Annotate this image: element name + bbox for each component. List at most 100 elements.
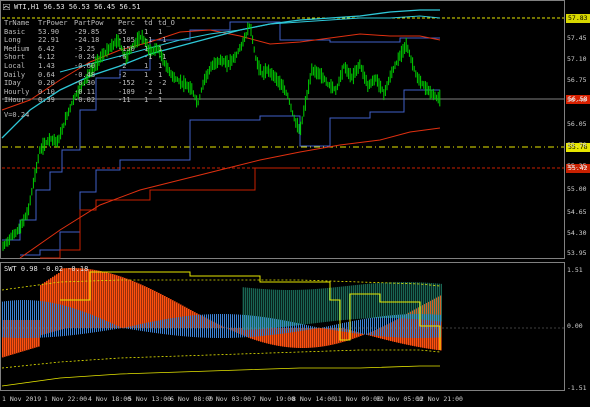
histogram-bar [338, 286, 340, 321]
table-cell: -29.85 [74, 27, 100, 36]
histogram-bar [316, 288, 318, 323]
table-cell: -0.24 [74, 53, 96, 62]
histogram-bar [346, 322, 347, 333]
histogram-bar [140, 324, 141, 331]
table-cell: IHour [4, 96, 26, 105]
table-cell: Basic [4, 27, 26, 36]
table-cell: -3.25 [74, 44, 96, 53]
histogram-bar [130, 280, 132, 328]
histogram-bar [114, 324, 115, 330]
chart-header: WTI,H1 56.53 56.53 56.45 56.51 [14, 3, 140, 11]
histogram-bar [332, 325, 333, 330]
histogram-bar [284, 289, 286, 327]
histogram-bar [268, 289, 270, 329]
histogram-bar [38, 300, 39, 338]
histogram-bar [342, 323, 343, 332]
histogram-bar [430, 283, 432, 321]
histogram-bar [304, 289, 306, 325]
histogram-bar [366, 283, 368, 319]
histogram-bar [334, 328, 336, 345]
histogram-bar [366, 318, 367, 335]
histogram-bar [280, 289, 282, 328]
histogram-bar [438, 283, 440, 322]
histogram-bar [32, 300, 33, 338]
histogram-bar [314, 289, 316, 324]
histogram-bar [186, 316, 187, 337]
histogram-bar [110, 273, 112, 328]
histogram-bar [58, 304, 59, 337]
histogram-bar [48, 302, 49, 338]
histogram-bar [384, 282, 386, 318]
histogram-bar [388, 282, 390, 319]
histogram-bar [356, 284, 358, 319]
histogram-bar [310, 328, 312, 348]
channel-lower-line [20, 89, 440, 256]
histogram-bar [384, 316, 385, 337]
table-cell: 1 [158, 27, 163, 36]
histogram-bar [316, 327, 317, 329]
histogram-bar [138, 324, 139, 331]
histogram-bar [332, 328, 334, 345]
histogram-bar [364, 284, 366, 319]
subwindow-title: SWT 0.98 -0.02 -0.18 [4, 265, 89, 273]
price-axis-tick: 54.65 [567, 208, 587, 216]
histogram-bar [346, 285, 348, 320]
histogram-bar [396, 314, 397, 338]
histogram-bar [184, 316, 185, 337]
histogram-bar [142, 285, 144, 328]
histogram-bar [334, 287, 336, 321]
histogram-bar [142, 323, 143, 332]
histogram-bar [236, 314, 237, 338]
histogram-bar [276, 289, 278, 328]
histogram-bar [128, 279, 130, 328]
table-cell: 55 [118, 27, 127, 36]
histogram-bar [220, 314, 221, 338]
histogram-bar [362, 319, 363, 335]
histogram-bar [310, 289, 312, 324]
histogram-bar [426, 282, 428, 321]
histogram-bar [16, 300, 17, 338]
histogram-bar [326, 328, 328, 346]
histogram-bar [354, 285, 356, 320]
time-axis-tick: 5 Nov 13:00 [128, 395, 172, 403]
table-cell: Local [4, 61, 26, 70]
histogram-bar [174, 317, 175, 336]
price-axis-tick: 54.30 [567, 229, 587, 237]
histogram-bar [406, 282, 408, 319]
histogram-bar [42, 301, 43, 338]
histogram-bar [324, 327, 325, 329]
histogram-bar [356, 320, 357, 334]
histogram-bar [312, 328, 314, 348]
quote-values: 56.53 56.53 56.45 56.51 [43, 3, 141, 11]
histogram-bar [124, 327, 125, 329]
histogram-bar [402, 282, 404, 319]
table-cell: 1 [158, 70, 163, 79]
histogram-bar [148, 288, 150, 328]
histogram-bar [140, 284, 142, 328]
histogram-bar [20, 300, 21, 338]
table-row: IHour 0.39 -0.02 -11 1 1 [4, 96, 178, 105]
histogram-bar [260, 288, 262, 329]
histogram-bar [252, 288, 254, 330]
histogram-bar [296, 289, 298, 326]
histogram-bar [222, 314, 223, 338]
histogram-bar [348, 321, 349, 333]
histogram-bar [116, 275, 118, 328]
histogram-bar [122, 277, 124, 328]
table-cell: -105 [118, 36, 135, 45]
table-cell: 4.12 [38, 53, 55, 62]
histogram-bar [108, 321, 109, 331]
table-cell: -0.02 [74, 96, 96, 105]
histogram-bar [254, 288, 256, 330]
histogram-bar [354, 320, 355, 334]
table-row: Daily 0.64 -0.48 -2 1 1 [4, 71, 178, 80]
histogram-bar [192, 315, 193, 337]
histogram-bar [132, 325, 133, 330]
histogram-bar [74, 308, 75, 335]
table-cell: 1 [158, 87, 163, 96]
histogram-bar [370, 317, 371, 336]
price-axis-tick: 55.00 [567, 185, 587, 193]
histogram-bar [76, 309, 77, 335]
histogram-bar [440, 283, 442, 322]
histogram-bar [322, 288, 324, 323]
